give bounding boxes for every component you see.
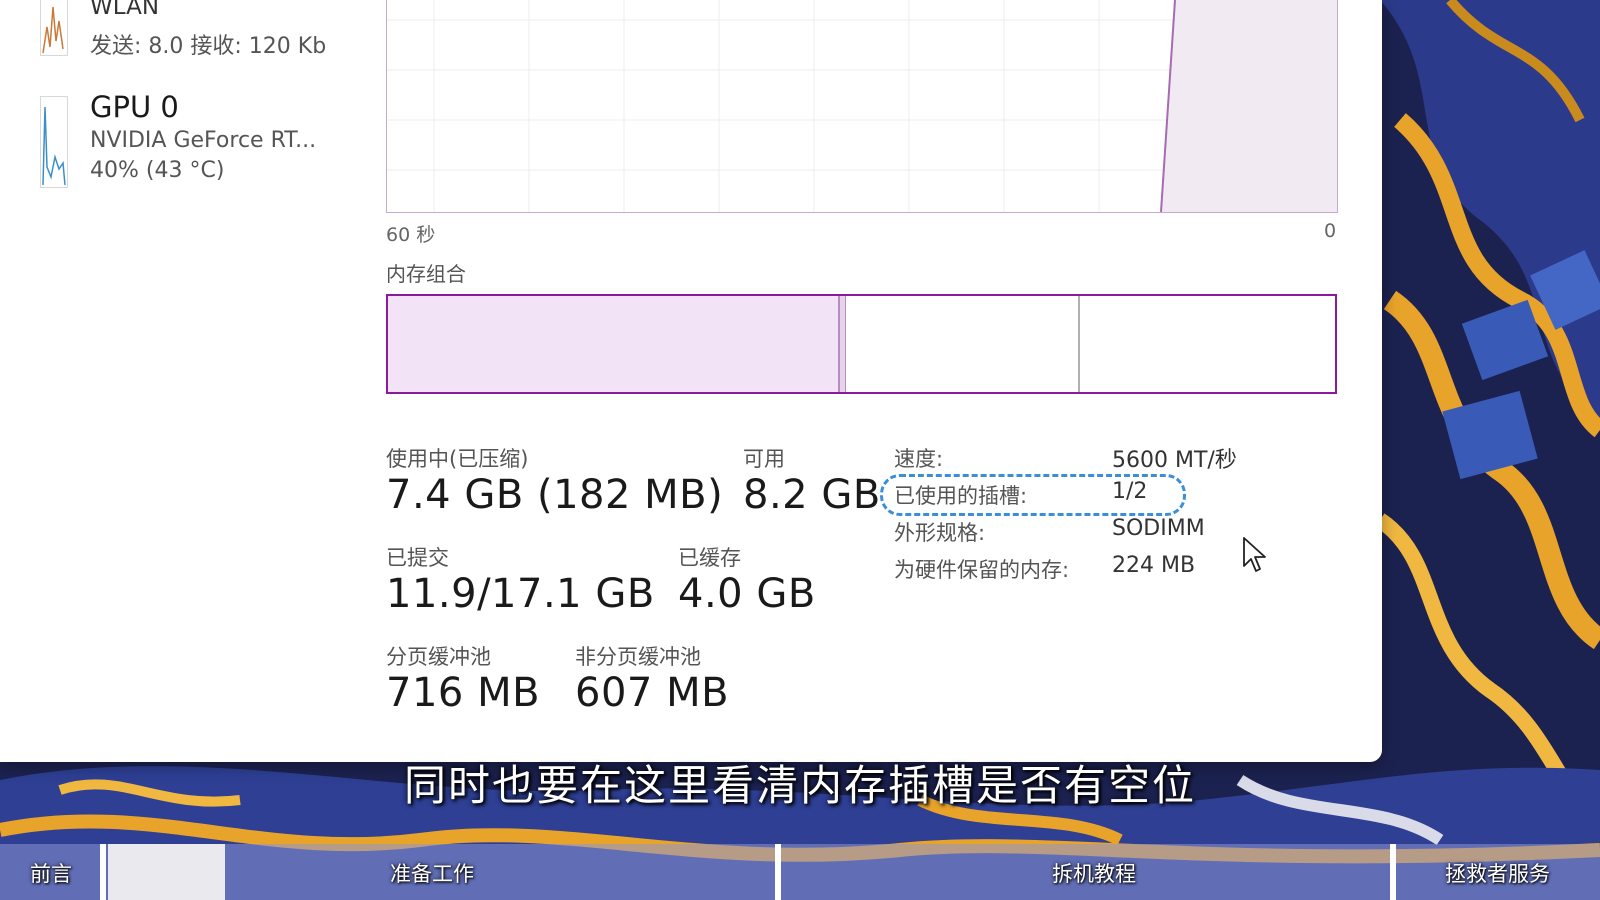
speed-value: 5600 MT/秒	[1112, 448, 1237, 473]
composition-in-use[interactable]	[388, 296, 840, 392]
chapter-service[interactable]: 拯救者服务	[1445, 858, 1550, 888]
task-manager-window: WLAN 发送: 8.0 接收: 120 Kb GPU 0 NVIDIA GeF…	[0, 0, 1382, 762]
wlan-graph-icon	[42, 6, 64, 54]
memory-composition-label: 内存组合	[386, 262, 466, 286]
sidebar-item-detail: 发送: 8.0 接收: 120 Kb	[90, 34, 327, 59]
paged-pool-value: 716 MB	[386, 670, 541, 716]
chapter-progress-indicator	[108, 844, 225, 900]
committed-value: 11.9/17.1 GB	[386, 571, 655, 617]
sidebar-item-detail: NVIDIA GeForce RT...	[90, 128, 317, 153]
available-label: 可用	[743, 447, 785, 471]
memory-composition-bar[interactable]	[386, 294, 1337, 394]
in-use-label: 使用中(已压缩)	[386, 447, 529, 471]
slots-highlight-annotation	[880, 474, 1186, 516]
gpu-graph-icon	[42, 106, 66, 186]
hardware-reserved-value: 224 MB	[1112, 553, 1196, 578]
mouse-cursor-icon	[1243, 537, 1266, 572]
cached-value: 4.0 GB	[678, 571, 816, 617]
graph-time-start: 60 秒	[386, 224, 436, 246]
sidebar-item-label: GPU 0	[90, 90, 179, 124]
wlan-sparkline	[40, 0, 68, 56]
memory-usage-graph	[386, 0, 1338, 213]
sidebar-item-wlan[interactable]: WLAN 发送: 8.0 接收: 120 Kb	[0, 0, 370, 62]
composition-standby[interactable]	[846, 296, 1080, 392]
composition-free[interactable]	[1080, 296, 1335, 392]
gpu-sparkline	[40, 96, 68, 188]
nonpaged-pool-label: 非分页缓冲池	[575, 645, 701, 669]
chapter-preparation[interactable]: 准备工作	[390, 858, 474, 888]
chapter-divider	[1390, 844, 1396, 900]
memory-graph-grid	[387, 0, 1337, 213]
committed-label: 已提交	[386, 546, 449, 570]
chapter-divider	[775, 844, 781, 900]
nonpaged-pool-value: 607 MB	[575, 670, 730, 716]
form-factor-value: SODIMM	[1112, 516, 1205, 541]
graph-time-end: 0	[1324, 220, 1337, 242]
paged-pool-label: 分页缓冲池	[386, 645, 491, 669]
form-factor-label: 外形规格:	[894, 521, 986, 545]
chapter-intro[interactable]: 前言	[30, 858, 72, 888]
chapter-divider	[100, 844, 106, 900]
sidebar-item-label: WLAN	[90, 0, 160, 20]
in-use-value: 7.4 GB (182 MB)	[386, 472, 724, 518]
chapter-disassembly[interactable]: 拆机教程	[1052, 858, 1136, 888]
cached-label: 已缓存	[678, 546, 741, 570]
chapter-bar[interactable]: 前言 准备工作 拆机教程 拯救者服务	[0, 844, 1600, 900]
speed-label: 速度:	[894, 447, 944, 471]
available-value: 8.2 GB	[743, 472, 881, 518]
sidebar-item-gpu[interactable]: GPU 0 NVIDIA GeForce RT... 40% (43 °C)	[0, 90, 370, 190]
sidebar-item-usage: 40% (43 °C)	[90, 158, 225, 183]
video-subtitle: 同时也要在这里看清内存插槽是否有空位	[403, 761, 1196, 810]
hardware-reserved-label: 为硬件保留的内存:	[894, 558, 1070, 582]
